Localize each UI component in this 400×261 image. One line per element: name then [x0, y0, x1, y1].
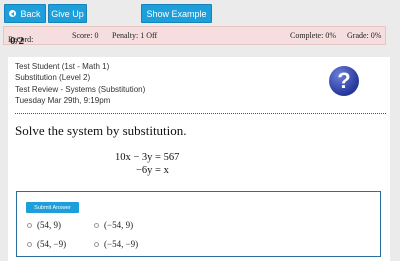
back-button[interactable]: Back — [4, 4, 46, 23]
choice-option[interactable]: (54, 9) — [27, 220, 61, 230]
assignment-title: Test Review - Systems (Substitution) — [15, 84, 146, 94]
topic-title: Substitution (Level 2) — [15, 73, 91, 83]
radio-button[interactable] — [27, 222, 32, 228]
help-icon[interactable]: ? — [329, 66, 359, 96]
complete-text: Complete: 0% — [290, 31, 336, 40]
radio-button[interactable] — [27, 241, 32, 247]
choice-option[interactable]: (54, −9) — [27, 239, 66, 249]
score-text: Score: 0 — [72, 31, 99, 40]
give-up-button[interactable]: Give Up — [48, 4, 87, 23]
choice-label: (54, 9) — [37, 220, 61, 230]
choice-label: (−54, 9) — [104, 220, 134, 230]
equation-1: 10x − 3y = 567 — [115, 152, 180, 163]
divider — [15, 113, 386, 114]
date-text: Tuesday Mar 29th, 9:19pm — [15, 95, 111, 105]
back-button-label: Back — [20, 8, 41, 19]
assignment-header: Test Student (1st - Math 1) Substitution… — [15, 61, 145, 106]
choice-label: (54, −9) — [37, 239, 67, 249]
record-bar: Record: 0/2 Score: 0 Penalty: 1 Off Compl… — [3, 26, 386, 47]
choice-label: (−54, −9) — [104, 239, 139, 249]
penalty-text: Penalty: 1 Off — [112, 31, 158, 40]
show-example-button-label: Show Example — [146, 8, 207, 19]
give-up-button-label: Give Up — [51, 8, 84, 19]
grade-text: Grade: 0% — [347, 31, 382, 40]
student-name: Test Student (1st - Math 1) — [15, 62, 110, 71]
submit-answer-button[interactable]: Submit Answer — [26, 202, 79, 213]
toolbar: Back Give Up Show Example — [0, 0, 400, 24]
choice-option[interactable]: (−54, −9) — [94, 239, 138, 249]
problem-prompt: Solve the system by substitution. — [15, 123, 187, 138]
answer-box: Submit Answer (54, 9) (−54, 9) (54, −9) … — [16, 191, 381, 257]
choice-option[interactable]: (−54, 9) — [94, 220, 133, 230]
equation-2: −6y = x — [136, 165, 169, 176]
record-value: 0/2 — [10, 35, 25, 47]
radio-button[interactable] — [94, 241, 99, 247]
radio-button[interactable] — [94, 222, 99, 228]
back-arrow-icon — [9, 10, 17, 17]
problem-card: Test Student (1st - Math 1) Substitution… — [8, 57, 390, 261]
show-example-button[interactable]: Show Example — [141, 4, 212, 23]
